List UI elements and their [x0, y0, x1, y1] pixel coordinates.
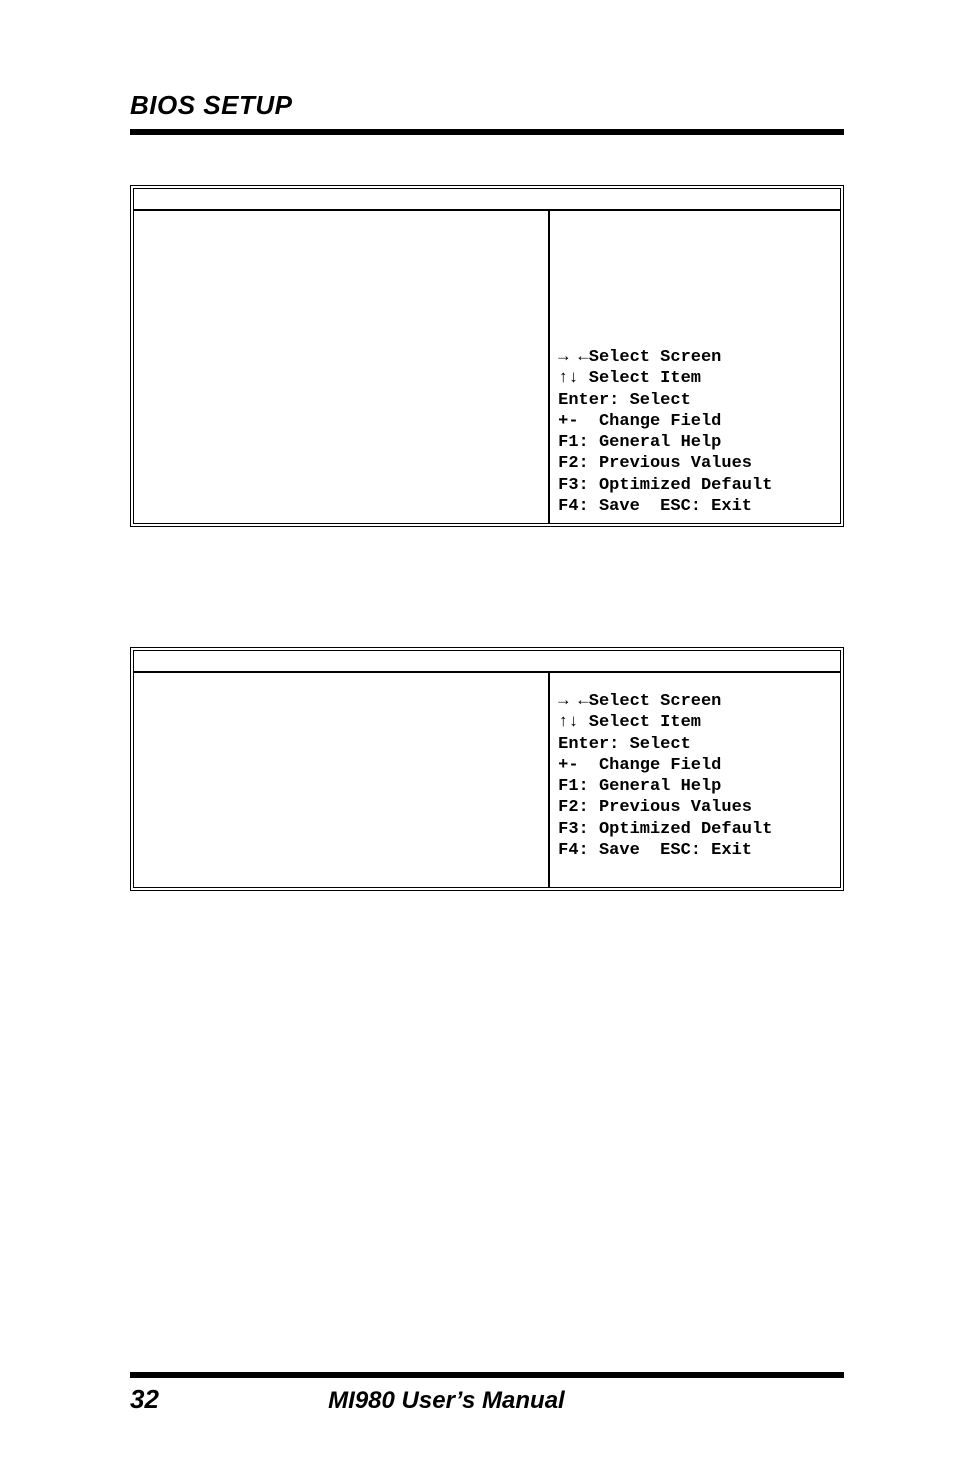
- help-prev-values: F2: Previous Values: [558, 797, 830, 818]
- help-change-field: +- Change Field: [558, 411, 830, 432]
- bios-box-1-titlebar: [134, 189, 840, 211]
- help-enter: Enter: Select: [558, 734, 830, 755]
- section-header: BIOS SETUP: [130, 90, 844, 121]
- help-general-help: F1: General Help: [558, 432, 830, 453]
- help-save-exit: F4: Save ESC: Exit: [558, 840, 830, 861]
- help-opt-default: F3: Optimized Default: [558, 819, 830, 840]
- page-number: 32: [130, 1384, 159, 1415]
- bios-box-1-help-pane: → ←Select Screen ↑↓ Select Item Enter: S…: [550, 211, 840, 523]
- help-general-help: F1: General Help: [558, 776, 830, 797]
- page-footer: 32 MI980 User’s Manual: [0, 1372, 954, 1415]
- bios-box-2-left-pane: [134, 673, 550, 887]
- help-select-screen: → ←Select Screen: [558, 347, 830, 368]
- bios-box-1-left-pane: [134, 211, 550, 523]
- help-select-screen: → ←Select Screen: [558, 691, 830, 712]
- help-select-item: ↑↓ Select Item: [558, 368, 830, 389]
- help-save-exit: F4: Save ESC: Exit: [558, 496, 830, 517]
- bios-box-1: → ←Select Screen ↑↓ Select Item Enter: S…: [130, 185, 844, 527]
- bios-box-2-titlebar: [134, 651, 840, 673]
- help-prev-values: F2: Previous Values: [558, 453, 830, 474]
- help-enter: Enter: Select: [558, 390, 830, 411]
- footer-rule: [130, 1372, 844, 1378]
- bios-box-2-help-pane: → ←Select Screen ↑↓ Select Item Enter: S…: [550, 673, 840, 887]
- help-change-field: +- Change Field: [558, 755, 830, 776]
- header-rule: [130, 129, 844, 135]
- bios-box-2: → ←Select Screen ↑↓ Select Item Enter: S…: [130, 647, 844, 891]
- help-opt-default: F3: Optimized Default: [558, 475, 830, 496]
- manual-title: MI980 User’s Manual: [328, 1387, 565, 1415]
- help-select-item: ↑↓ Select Item: [558, 712, 830, 733]
